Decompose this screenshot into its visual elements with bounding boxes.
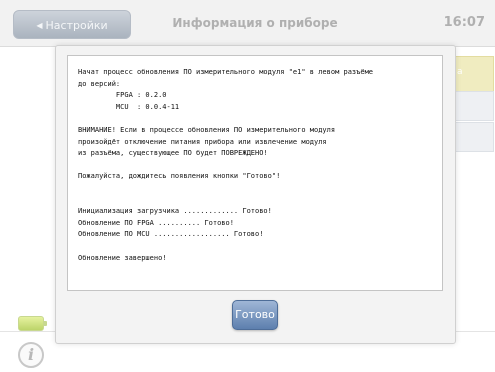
back-button[interactable]: ◀ Настройки bbox=[13, 10, 131, 39]
log-line: из разъёма, существующее ПО будет ПОВРЕЖ… bbox=[78, 149, 268, 158]
log-line: Обновление ПО FPGA .......... Готово! bbox=[78, 218, 234, 227]
update-log-panel: Начат процесс обновления ПО измерительно… bbox=[67, 55, 443, 291]
log-line: FPGA : 0.2.0 bbox=[78, 91, 167, 100]
log-line: произойдёт отключение питания прибора ил… bbox=[78, 137, 327, 146]
log-line: Пожалуйста, дождитесь появления кнопки "… bbox=[78, 172, 281, 181]
log-line: до версий: bbox=[78, 79, 121, 88]
log-line: MCU : 0.0.4-11 bbox=[78, 102, 180, 111]
done-button[interactable]: Готово bbox=[232, 300, 278, 330]
page-title: Информация о приборе bbox=[172, 16, 338, 30]
log-line: Начат процесс обновления ПО измерительно… bbox=[78, 68, 374, 76]
log-line: Обновление ПО MCU .................. Гот… bbox=[78, 230, 264, 239]
firmware-update-dialog: Начат процесс обновления ПО измерительно… bbox=[55, 45, 456, 344]
back-button-label: Настройки bbox=[45, 19, 108, 32]
top-bar: ◀ Настройки Информация о приборе 16:07 bbox=[0, 0, 495, 47]
battery-icon bbox=[18, 316, 47, 331]
clock: 16:07 bbox=[443, 15, 485, 30]
info-icon[interactable]: i bbox=[18, 342, 44, 368]
log-line: ВНИМАНИЕ! Если в процессе обновления ПО … bbox=[78, 125, 336, 134]
log-line: Инициализация загрузчика ............. Г… bbox=[78, 207, 272, 216]
log-line: Обновление завершено! bbox=[78, 253, 167, 262]
chevron-left-icon: ◀ bbox=[36, 21, 43, 30]
update-log-text: Начат процесс обновления ПО измерительно… bbox=[78, 67, 442, 264]
